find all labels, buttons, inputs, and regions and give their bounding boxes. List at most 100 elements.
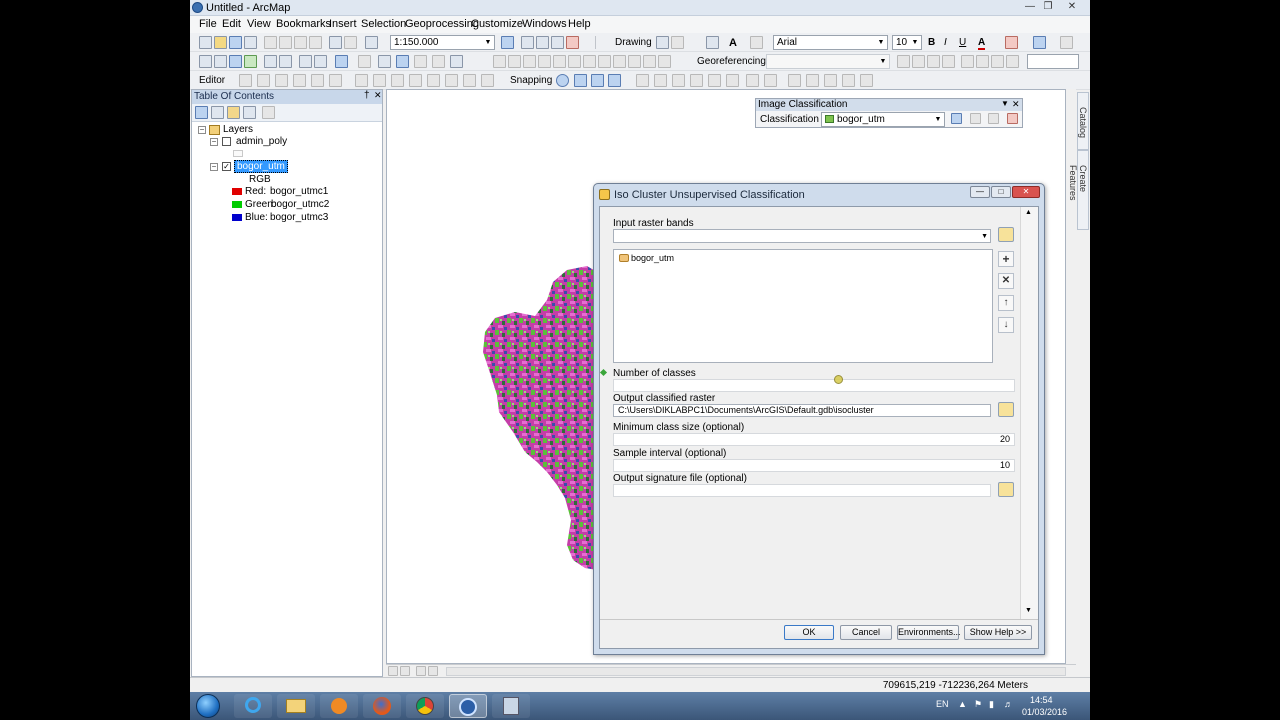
bold-button[interactable]: B: [928, 37, 935, 48]
auto-adjust-icon[interactable]: [991, 55, 1004, 68]
end-point-arc-icon[interactable]: [293, 74, 306, 87]
adjust-icon[interactable]: [613, 55, 626, 68]
pan-icon[interactable]: [229, 55, 242, 68]
sample-interval-input[interactable]: 10: [613, 459, 1015, 472]
layout-view-icon[interactable]: [400, 666, 410, 676]
menu-edit[interactable]: Edit: [222, 18, 241, 30]
html-popup-icon[interactable]: [432, 55, 445, 68]
underline-button[interactable]: U: [959, 37, 966, 48]
georeferencing-menu[interactable]: Georeferencing: [697, 56, 766, 67]
edge-snapping-icon[interactable]: [608, 74, 621, 87]
menu-windows[interactable]: Windows: [522, 18, 567, 30]
clock-time[interactable]: 14:54: [1030, 695, 1053, 705]
menu-insert[interactable]: Insert: [329, 18, 357, 30]
italic-button[interactable]: I: [944, 37, 947, 48]
menu-view[interactable]: View: [247, 18, 271, 30]
ok-button[interactable]: OK: [784, 625, 834, 640]
end-snapping-icon[interactable]: [574, 74, 587, 87]
admin-poly-visibility-checkbox[interactable]: [222, 137, 231, 146]
add-data-icon[interactable]: [365, 36, 378, 49]
pause-drawing-icon[interactable]: [428, 666, 438, 676]
go-to-xy-icon[interactable]: [523, 55, 536, 68]
paste-icon[interactable]: [294, 36, 307, 49]
line-color-icon[interactable]: [1033, 36, 1046, 49]
dialog-scrollbar[interactable]: ▲ ▼: [1020, 207, 1038, 619]
arctoolbox-icon[interactable]: [566, 36, 579, 49]
rectangle-icon[interactable]: [706, 36, 719, 49]
sketch-properties-icon[interactable]: [463, 74, 476, 87]
trace-icon[interactable]: [311, 74, 324, 87]
map-topology-icon[interactable]: [672, 74, 685, 87]
close-icon[interactable]: ✕: [374, 90, 382, 101]
save-icon[interactable]: [229, 36, 242, 49]
minimum-class-size-input[interactable]: 20: [613, 433, 1015, 446]
scroll-down-icon[interactable]: ▼: [1025, 607, 1032, 614]
identify-icon[interactable]: [396, 55, 409, 68]
straight-segment-icon[interactable]: [275, 74, 288, 87]
close-icon[interactable]: ✕: [1012, 99, 1020, 110]
service-area-icon[interactable]: [824, 74, 837, 87]
print-icon[interactable]: [244, 36, 257, 49]
toolbar-options-icon[interactable]: ▼: [1001, 99, 1009, 108]
font-name-combo[interactable]: Arial ▼: [773, 35, 888, 50]
zoom-out-icon[interactable]: [214, 55, 227, 68]
layers-root-label[interactable]: Layers: [223, 124, 253, 135]
hyperlink-icon[interactable]: [414, 55, 427, 68]
fix-error-icon[interactable]: [708, 74, 721, 87]
input-raster-bands-combo[interactable]: ▼: [613, 229, 991, 243]
clear-selection-icon[interactable]: [358, 55, 371, 68]
measure-icon[interactable]: [450, 55, 463, 68]
forward-extent-icon[interactable]: [314, 55, 327, 68]
catalog-window-icon[interactable]: [536, 36, 549, 49]
list-item[interactable]: bogor_utm: [631, 253, 674, 263]
shift-layer-icon[interactable]: [912, 55, 925, 68]
number-of-classes-input[interactable]: [613, 379, 1015, 392]
cut-polygons-icon[interactable]: [391, 74, 404, 87]
minimize-icon[interactable]: —: [970, 186, 990, 198]
fill-color-icon[interactable]: [1005, 36, 1018, 49]
map-scale-combo[interactable]: 1:150.000 ▼: [390, 35, 495, 50]
create-features-dock-tab[interactable]: Create Features: [1068, 150, 1089, 230]
vertex-snapping-icon[interactable]: [591, 74, 604, 87]
browse-folder-icon[interactable]: [998, 482, 1014, 497]
swipe-icon[interactable]: [568, 55, 581, 68]
editor-menu[interactable]: Editor: [199, 75, 225, 86]
arcmap-taskbar-icon[interactable]: [449, 694, 487, 718]
font-size-combo[interactable]: 10 ▼: [892, 35, 922, 50]
layer-admin-poly-label[interactable]: admin_poly: [236, 136, 287, 147]
edit-tool-icon[interactable]: [239, 74, 252, 87]
minimize-icon[interactable]: —: [1022, 1, 1038, 13]
add-control-points-icon[interactable]: [942, 55, 955, 68]
find-route-icon[interactable]: [508, 55, 521, 68]
back-extent-icon[interactable]: [299, 55, 312, 68]
full-extent-icon[interactable]: [244, 55, 257, 68]
point-snapping-icon[interactable]: [556, 74, 569, 87]
show-hidden-icons-icon[interactable]: ▲: [958, 699, 967, 709]
rotate-icon[interactable]: [671, 36, 684, 49]
app-window-icon[interactable]: [492, 694, 530, 718]
edit-annotation-icon[interactable]: [257, 74, 270, 87]
rotate-layer-icon[interactable]: [897, 55, 910, 68]
chevron-down-icon[interactable]: ▼: [981, 231, 988, 242]
collapse-layers-icon[interactable]: −: [198, 126, 206, 134]
select-features-icon[interactable]: [335, 55, 348, 68]
layer-tools-icon[interactable]: [628, 55, 641, 68]
attributes-icon[interactable]: [445, 74, 458, 87]
validate-icon[interactable]: [690, 74, 703, 87]
effects-icon[interactable]: [598, 55, 611, 68]
close-icon[interactable]: ✕: [1012, 186, 1040, 198]
cancel-button[interactable]: Cancel: [840, 625, 892, 640]
viewer-icon[interactable]: [976, 55, 989, 68]
list-by-drawing-order-icon[interactable]: [195, 106, 208, 119]
restore-icon[interactable]: ❐: [1040, 1, 1056, 13]
flicker-icon[interactable]: [583, 55, 596, 68]
move-down-icon[interactable]: ↓: [998, 317, 1014, 333]
file-explorer-icon[interactable]: [277, 694, 315, 718]
text-color-button[interactable]: A: [978, 37, 986, 50]
classify-icon[interactable]: [1007, 113, 1018, 124]
browse-folder-icon[interactable]: [998, 227, 1014, 242]
menu-bookmarks[interactable]: Bookmarks: [276, 18, 331, 30]
start-button-icon[interactable]: [196, 694, 220, 718]
chevron-down-icon[interactable]: ▼: [910, 37, 920, 48]
error-inspector-icon[interactable]: [726, 74, 739, 87]
